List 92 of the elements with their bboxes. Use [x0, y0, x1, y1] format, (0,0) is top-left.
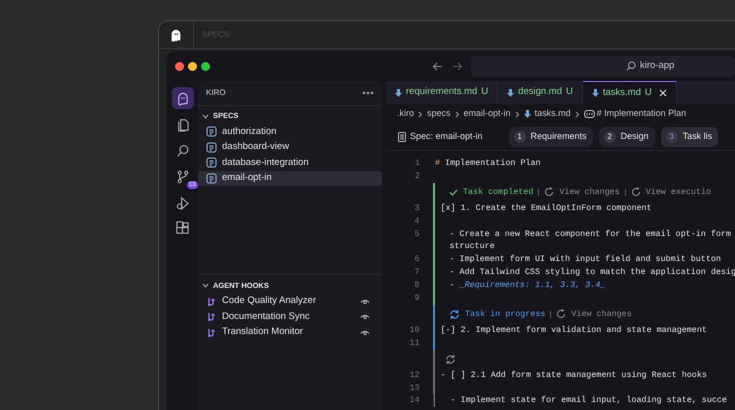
sync-icon [449, 308, 460, 320]
down-arrow-icon [592, 89, 599, 97]
line-number: 10 [408, 324, 420, 337]
editor-tab[interactable]: requirements.md U [386, 81, 498, 104]
sidebar-title: KIRO [206, 87, 226, 99]
extensions-icon [175, 220, 190, 236]
line-number: 9 [413, 292, 420, 305]
task-status: Task completed [463, 186, 534, 199]
search-icon [175, 142, 190, 158]
breadcrumb-item[interactable]: .kiro [397, 107, 414, 121]
code-text: - Create a new React component for the email opt-in form [448, 228, 731, 240]
code-text: # Implementation Plan [435, 157, 541, 170]
forward-arrow-icon[interactable] [452, 62, 463, 70]
code-text: structure [448, 240, 495, 254]
view-link[interactable]: View executio [646, 186, 712, 199]
breadcrumb-item[interactable]: email-opt-in [464, 107, 511, 121]
line-number: 14 [408, 394, 420, 408]
down-arrow-icon [524, 110, 531, 118]
branch-icon [175, 168, 190, 184]
step-tab[interactable]: 2 Design [598, 127, 655, 147]
line-number: 1 [414, 157, 421, 170]
eye-icon[interactable] [360, 298, 370, 305]
clipboard-icon [398, 132, 406, 142]
document-icon [206, 157, 217, 168]
files-icon [175, 116, 190, 132]
code-text: [x] 1. Create the EmailOptInForm component [440, 202, 652, 215]
search-icon [626, 61, 636, 71]
maximize-window-button[interactable] [201, 62, 210, 70]
spec-item[interactable]: authorization [198, 124, 382, 140]
close-icon[interactable] [658, 89, 667, 97]
more-icon[interactable] [362, 91, 374, 95]
breadcrumb-item[interactable]: # Implementation Plan [596, 107, 686, 121]
chevron-right-icon [454, 110, 460, 118]
hook-icon [206, 326, 217, 338]
chevron-icon[interactable] [202, 283, 209, 288]
line-number: 3 [413, 202, 420, 215]
chevron-icon[interactable] [202, 114, 209, 118]
breadcrumb-item[interactable]: tasks.md [534, 107, 571, 121]
sync-icon [445, 354, 456, 365]
code-text: - [ ] 2.1 Add form state management using React hooks [440, 368, 707, 382]
line-number: 5 [413, 228, 420, 240]
code-text: - Implement state for email input, loading state, succe [432, 394, 727, 408]
line-number: 8 [413, 279, 420, 292]
line-number: 12 [408, 368, 420, 382]
line-number: 7 [413, 266, 420, 280]
breadcrumb-item[interactable]: specs [427, 107, 451, 121]
down-arrow-icon [507, 88, 514, 96]
chevron-right-icon [514, 110, 520, 118]
refresh-icon [630, 187, 641, 198]
view-link[interactable]: View changes [559, 186, 620, 199]
step-tab[interactable]: 1 Requirements [508, 127, 593, 147]
line-number: 6 [413, 253, 420, 266]
eye-icon[interactable] [360, 313, 370, 320]
editor-tab[interactable]: tasks.md U [582, 81, 677, 104]
chevron-right-icon [574, 110, 580, 118]
close-window-button[interactable] [175, 62, 184, 70]
search-field[interactable]: kiro-app [471, 56, 735, 76]
line-number: 2 [414, 170, 421, 183]
document-icon [206, 172, 217, 184]
document-icon [206, 126, 217, 138]
symbol-icon [584, 110, 595, 118]
chevron-right-icon [418, 110, 424, 118]
ghost-icon [175, 90, 190, 106]
eye-icon[interactable] [360, 328, 370, 336]
code-text: - _Requirements: 1.1, 3.3, 3.4_ [448, 279, 606, 292]
line-number: 4 [413, 214, 420, 228]
hook-icon [206, 296, 217, 307]
spec-item[interactable]: dashboard-view [198, 140, 382, 155]
hook-icon [206, 311, 217, 322]
view-link[interactable]: View changes [571, 308, 632, 321]
back-arrow-icon[interactable] [432, 62, 443, 70]
hook-item[interactable]: Documentation Sync [198, 309, 382, 324]
code-text: - Add Tailwind CSS styling to match the application desig [448, 266, 735, 280]
run-debug-icon [175, 194, 190, 210]
refresh-icon [544, 187, 554, 198]
spec-item[interactable]: database-integration [198, 155, 382, 170]
spec-item[interactable]: email-opt-in [198, 170, 382, 186]
document-icon [206, 142, 217, 153]
step-tab[interactable]: 3 Task lis [660, 127, 718, 147]
hook-item[interactable]: Translation Monitor [198, 324, 382, 340]
task-status: Task in progress [465, 308, 546, 321]
refresh-icon [556, 309, 566, 320]
down-arrow-icon [395, 88, 402, 96]
line-number: 13 [408, 382, 420, 394]
ghost-button[interactable] [172, 87, 194, 109]
line-number: 11 [408, 336, 420, 350]
spec-label: Spec: email-opt-in [410, 130, 483, 144]
minimize-window-button[interactable] [188, 62, 197, 70]
code-text: - Implement form UI with input field and submit button [448, 253, 721, 266]
check-icon [449, 188, 458, 196]
code-text: [-] 2. Implement form validation and state management [440, 324, 707, 337]
hook-item[interactable]: Code Quality Analyzer [198, 294, 382, 309]
